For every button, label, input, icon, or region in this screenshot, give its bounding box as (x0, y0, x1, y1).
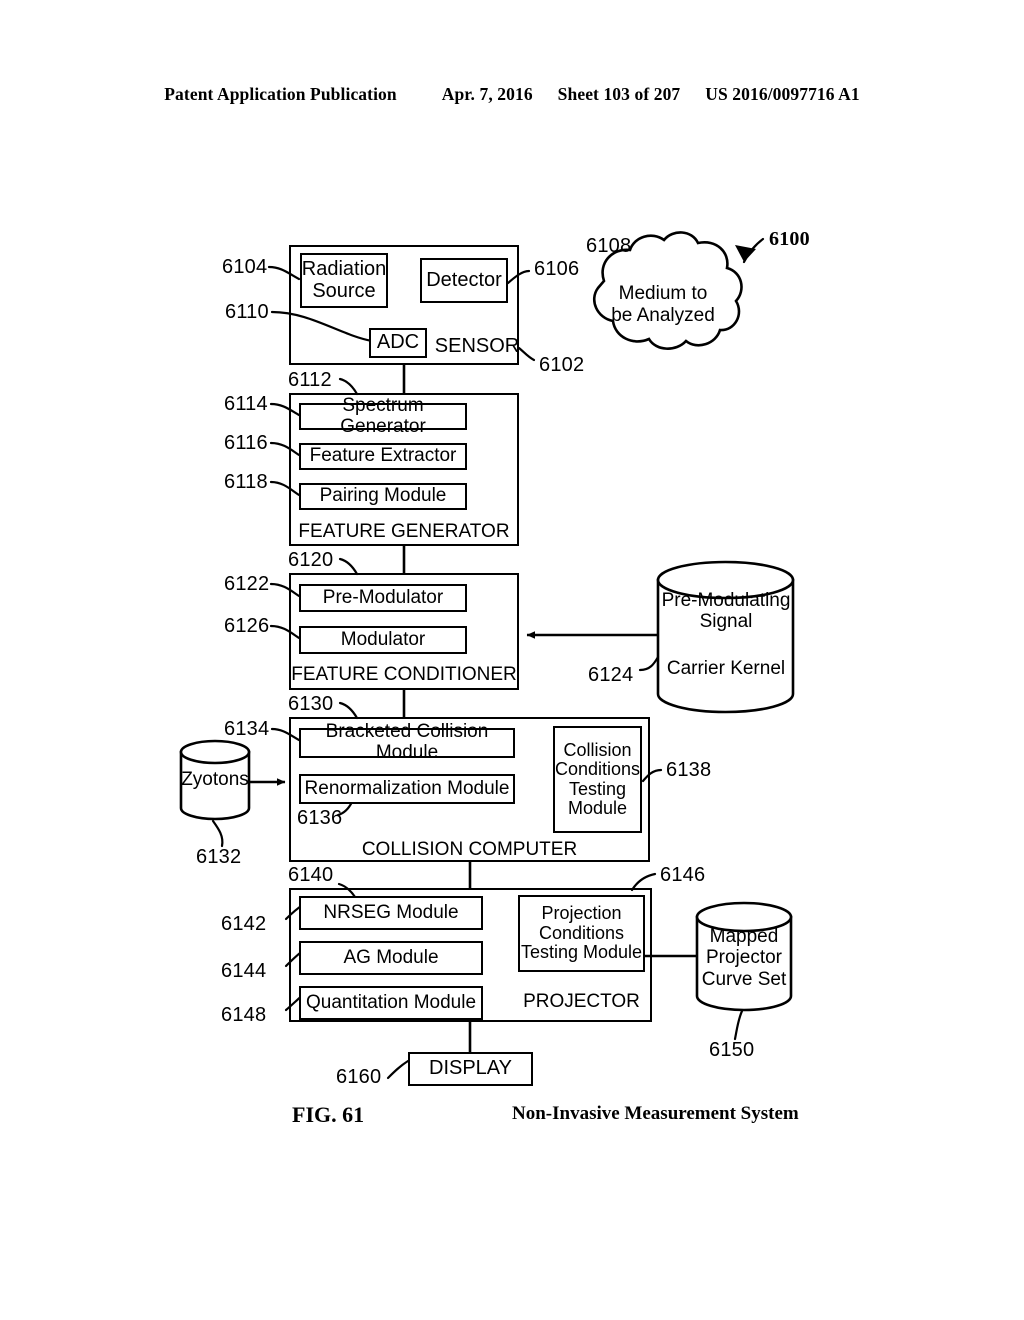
ref-6102: 6102 (539, 354, 585, 376)
ref-6114: 6114 (224, 393, 268, 415)
quantitation-module-label: Quantitation Module (305, 991, 477, 1013)
detector-label: Detector (426, 268, 502, 291)
pre-modulator-label: Pre-Modulator (322, 586, 444, 608)
ref-6118: 6118 (224, 471, 268, 493)
renormalization-module-label: Renormalization Module (304, 777, 510, 799)
pairing-module-label: Pairing Module (319, 485, 447, 507)
display-block[interactable]: DISPLAY (408, 1052, 533, 1086)
spectrum-generator-label: Spectrum Generator (340, 394, 426, 437)
renormalization-module[interactable]: Renormalization Module (299, 774, 515, 804)
projection-conditions-testing-module[interactable]: Projection Conditions Testing Module (518, 895, 645, 972)
collision-computer-title: COLLISION COMPUTER (361, 839, 578, 860)
zyotons-label: Zyotons (181, 769, 249, 790)
mapped-projector-curve-set-store[interactable]: Mapped Projector Curve Set (697, 903, 791, 1013)
bracketed-collision-module[interactable]: Bracketed Collision Module (299, 722, 515, 763)
ref-6124: 6124 (588, 664, 634, 686)
ref-6146: 6146 (660, 864, 706, 886)
ref-6110: 6110 (225, 301, 269, 323)
ref-6106: 6106 (534, 258, 580, 280)
ref-6126: 6126 (224, 615, 270, 637)
pre-modulator-module[interactable]: Pre-Modulator (299, 584, 467, 612)
carrier-kernel-label: Carrier Kernel (666, 658, 786, 679)
radiation-source-module[interactable]: Radiation Source (300, 253, 388, 308)
ref-6134: 6134 (224, 718, 270, 740)
medium-label: Medium to be Analyzed (611, 283, 715, 326)
premodulating-signal-label: Pre-Modulating Signal (661, 590, 791, 633)
ref-6144: 6144 (221, 960, 267, 982)
ref-6140: 6140 (288, 864, 334, 886)
ref-6136: 6136 (297, 807, 343, 829)
ref-6112: 6112 (288, 369, 332, 391)
ref-6120: 6120 (288, 549, 334, 571)
ref-6138: 6138 (666, 759, 712, 781)
nrseg-module-label: NRSEG Module (323, 901, 459, 923)
ref-6130: 6130 (288, 693, 334, 715)
feature-generator-title: FEATURE GENERATOR (298, 521, 510, 542)
sensor-title: SENSOR (434, 335, 520, 357)
premodulating-signal-store[interactable]: Pre-Modulating Signal Carrier Kernel (658, 562, 794, 712)
ref-6148: 6148 (221, 1004, 267, 1026)
collision-conditions-testing-module-label: Collision Conditions Testing Module (554, 739, 641, 818)
pairing-module[interactable]: Pairing Module (299, 483, 467, 510)
figure-caption: Non-Invasive Measurement System (512, 1103, 799, 1124)
quantitation-module[interactable]: Quantitation Module (299, 986, 483, 1020)
ref-6132: 6132 (196, 846, 242, 868)
figure-61-diagram: Radiation Source Detector ADC SENSOR 610… (0, 0, 1024, 1320)
bracketed-collision-module-label: Bracketed Collision Module (325, 721, 489, 763)
ref-6100: 6100 (769, 228, 810, 250)
ref-6122: 6122 (224, 573, 270, 595)
collision-conditions-testing-module[interactable]: Collision Conditions Testing Module (553, 726, 642, 833)
ref-6116: 6116 (224, 432, 268, 454)
modulator-label: Modulator (340, 628, 426, 650)
detector-module[interactable]: Detector (420, 258, 508, 303)
ref-6142: 6142 (221, 913, 267, 935)
feature-extractor-module[interactable]: Feature Extractor (299, 443, 467, 470)
mapped-projector-curve-set-label: Mapped Projector Curve Set (701, 926, 787, 990)
spectrum-generator-module[interactable]: Spectrum Generator (299, 395, 467, 436)
adc-label: ADC (376, 331, 420, 354)
ag-module[interactable]: AG Module (299, 941, 483, 975)
ref-6104: 6104 (222, 256, 268, 278)
nrseg-module[interactable]: NRSEG Module (299, 896, 483, 930)
ref-6150: 6150 (709, 1039, 755, 1061)
radiation-source-label: Radiation Source (301, 257, 387, 302)
zyotons-store[interactable]: Zyotons (181, 741, 249, 819)
display-label: DISPLAY (429, 1057, 512, 1080)
ag-module-label: AG Module (343, 946, 439, 968)
modulator-module[interactable]: Modulator (299, 626, 467, 654)
adc-module[interactable]: ADC (369, 328, 427, 358)
projection-conditions-testing-module-label: Projection Conditions Testing Module (520, 903, 643, 963)
figure-number: FIG. 61 (292, 1102, 365, 1127)
projector-title: PROJECTOR (523, 991, 640, 1012)
feature-extractor-label: Feature Extractor (309, 445, 457, 467)
feature-conditioner-title: FEATURE CONDITIONER (291, 664, 517, 685)
ref-6108: 6108 (586, 235, 632, 257)
ref-6160: 6160 (336, 1066, 382, 1088)
